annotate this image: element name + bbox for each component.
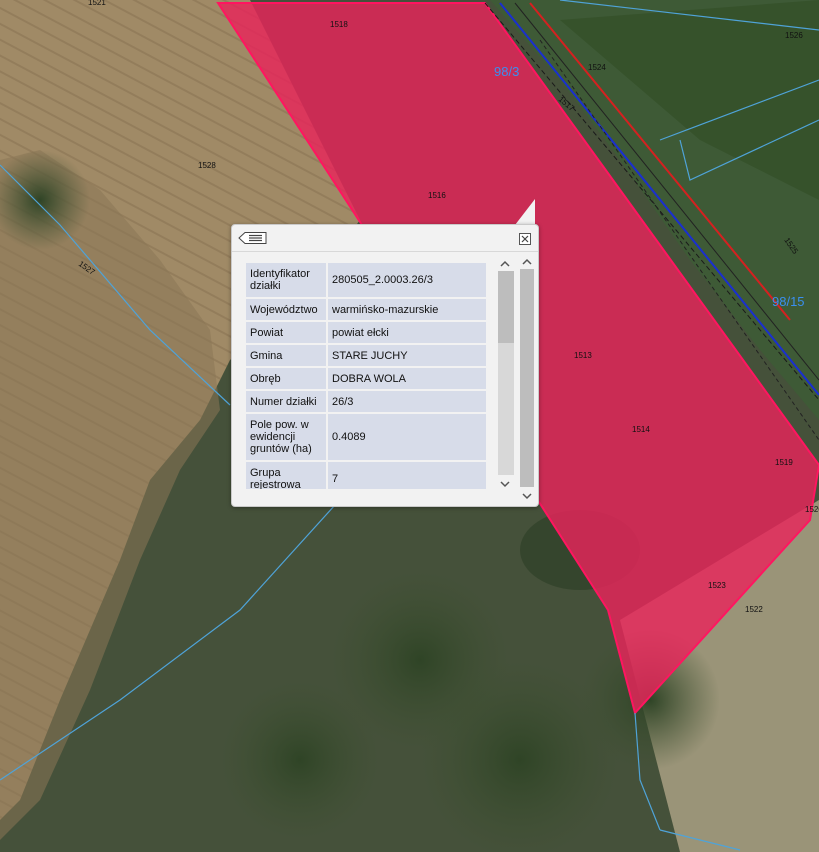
table-row: Grupa rejestrowa 7 bbox=[246, 462, 486, 489]
attribute-value: DOBRA WOLA bbox=[328, 368, 486, 389]
scroll-thumb[interactable] bbox=[520, 269, 534, 487]
attribute-label: Numer działki bbox=[246, 391, 326, 412]
table-row: Obręb DOBRA WOLA bbox=[246, 368, 486, 389]
chevron-up-icon[interactable] bbox=[520, 255, 534, 267]
parcel-number-label: 1519 bbox=[775, 458, 793, 467]
parcel-id-label: 98/15 bbox=[772, 294, 805, 309]
parcel-number-label: 1528 bbox=[198, 161, 216, 170]
attribute-value: STARE JUCHY bbox=[328, 345, 486, 366]
parcel-number-label: 1521 bbox=[88, 0, 106, 7]
attribute-value: 0.4089 bbox=[328, 414, 486, 460]
attribute-value: 280505_2.0003.26/3 bbox=[328, 263, 486, 297]
attribute-value: 7 bbox=[328, 462, 486, 489]
chevron-down-icon[interactable] bbox=[498, 477, 512, 489]
parcel-number-label: 1522 bbox=[745, 605, 763, 614]
parcel-number-label: 1516 bbox=[428, 191, 446, 200]
table-row: Województwo warmińsko-mazurskie bbox=[246, 299, 486, 320]
list-icon[interactable] bbox=[238, 231, 268, 245]
popup-scrollbar[interactable] bbox=[518, 255, 536, 501]
parcel-number-label: 1513 bbox=[574, 351, 592, 360]
parcel-number-label: 1520 bbox=[805, 505, 819, 514]
attribute-label: Grupa rejestrowa bbox=[246, 462, 326, 489]
attribute-label: Pole pow. w ewidencji gruntów (ha) bbox=[246, 414, 326, 460]
feature-info-popup: Identyfikator działki 280505_2.0003.26/3 … bbox=[231, 224, 539, 507]
parcel-number-label: 1523 bbox=[708, 581, 726, 590]
table-row: Gmina STARE JUCHY bbox=[246, 345, 486, 366]
attribute-label: Województwo bbox=[246, 299, 326, 320]
attribute-value: warmińsko-mazurskie bbox=[328, 299, 486, 320]
popup-header bbox=[232, 225, 538, 252]
chevron-up-icon[interactable] bbox=[498, 257, 512, 269]
chevron-down-icon[interactable] bbox=[520, 489, 534, 501]
attribute-label: Obręb bbox=[246, 368, 326, 389]
attribute-label: Identyfikator działki bbox=[246, 263, 326, 297]
popup-pointer bbox=[515, 199, 535, 225]
attribute-value: powiat ełcki bbox=[328, 322, 486, 343]
parcel-number-label: 1518 bbox=[330, 20, 348, 29]
parcel-number-label: 1526 bbox=[785, 31, 803, 40]
table-row: Powiat powiat ełcki bbox=[246, 322, 486, 343]
scroll-thumb[interactable] bbox=[498, 271, 514, 343]
parcel-number-label: 1524 bbox=[588, 63, 606, 72]
parcel-number-label: 1514 bbox=[632, 425, 650, 434]
table-scrollbar[interactable] bbox=[496, 255, 516, 493]
table-row: Pole pow. w ewidencji gruntów (ha) 0.4089 bbox=[246, 414, 486, 460]
attributes-table: Identyfikator działki 280505_2.0003.26/3 … bbox=[246, 263, 488, 489]
parcel-id-label: 98/3 bbox=[494, 64, 519, 79]
attribute-label: Powiat bbox=[246, 322, 326, 343]
attribute-value: 26/3 bbox=[328, 391, 486, 412]
attributes-table-viewport: Identyfikator działki 280505_2.0003.26/3 … bbox=[246, 263, 490, 489]
attribute-label: Gmina bbox=[246, 345, 326, 366]
close-icon[interactable] bbox=[519, 232, 531, 245]
table-row: Identyfikator działki 280505_2.0003.26/3 bbox=[246, 263, 486, 297]
table-row: Numer działki 26/3 bbox=[246, 391, 486, 412]
